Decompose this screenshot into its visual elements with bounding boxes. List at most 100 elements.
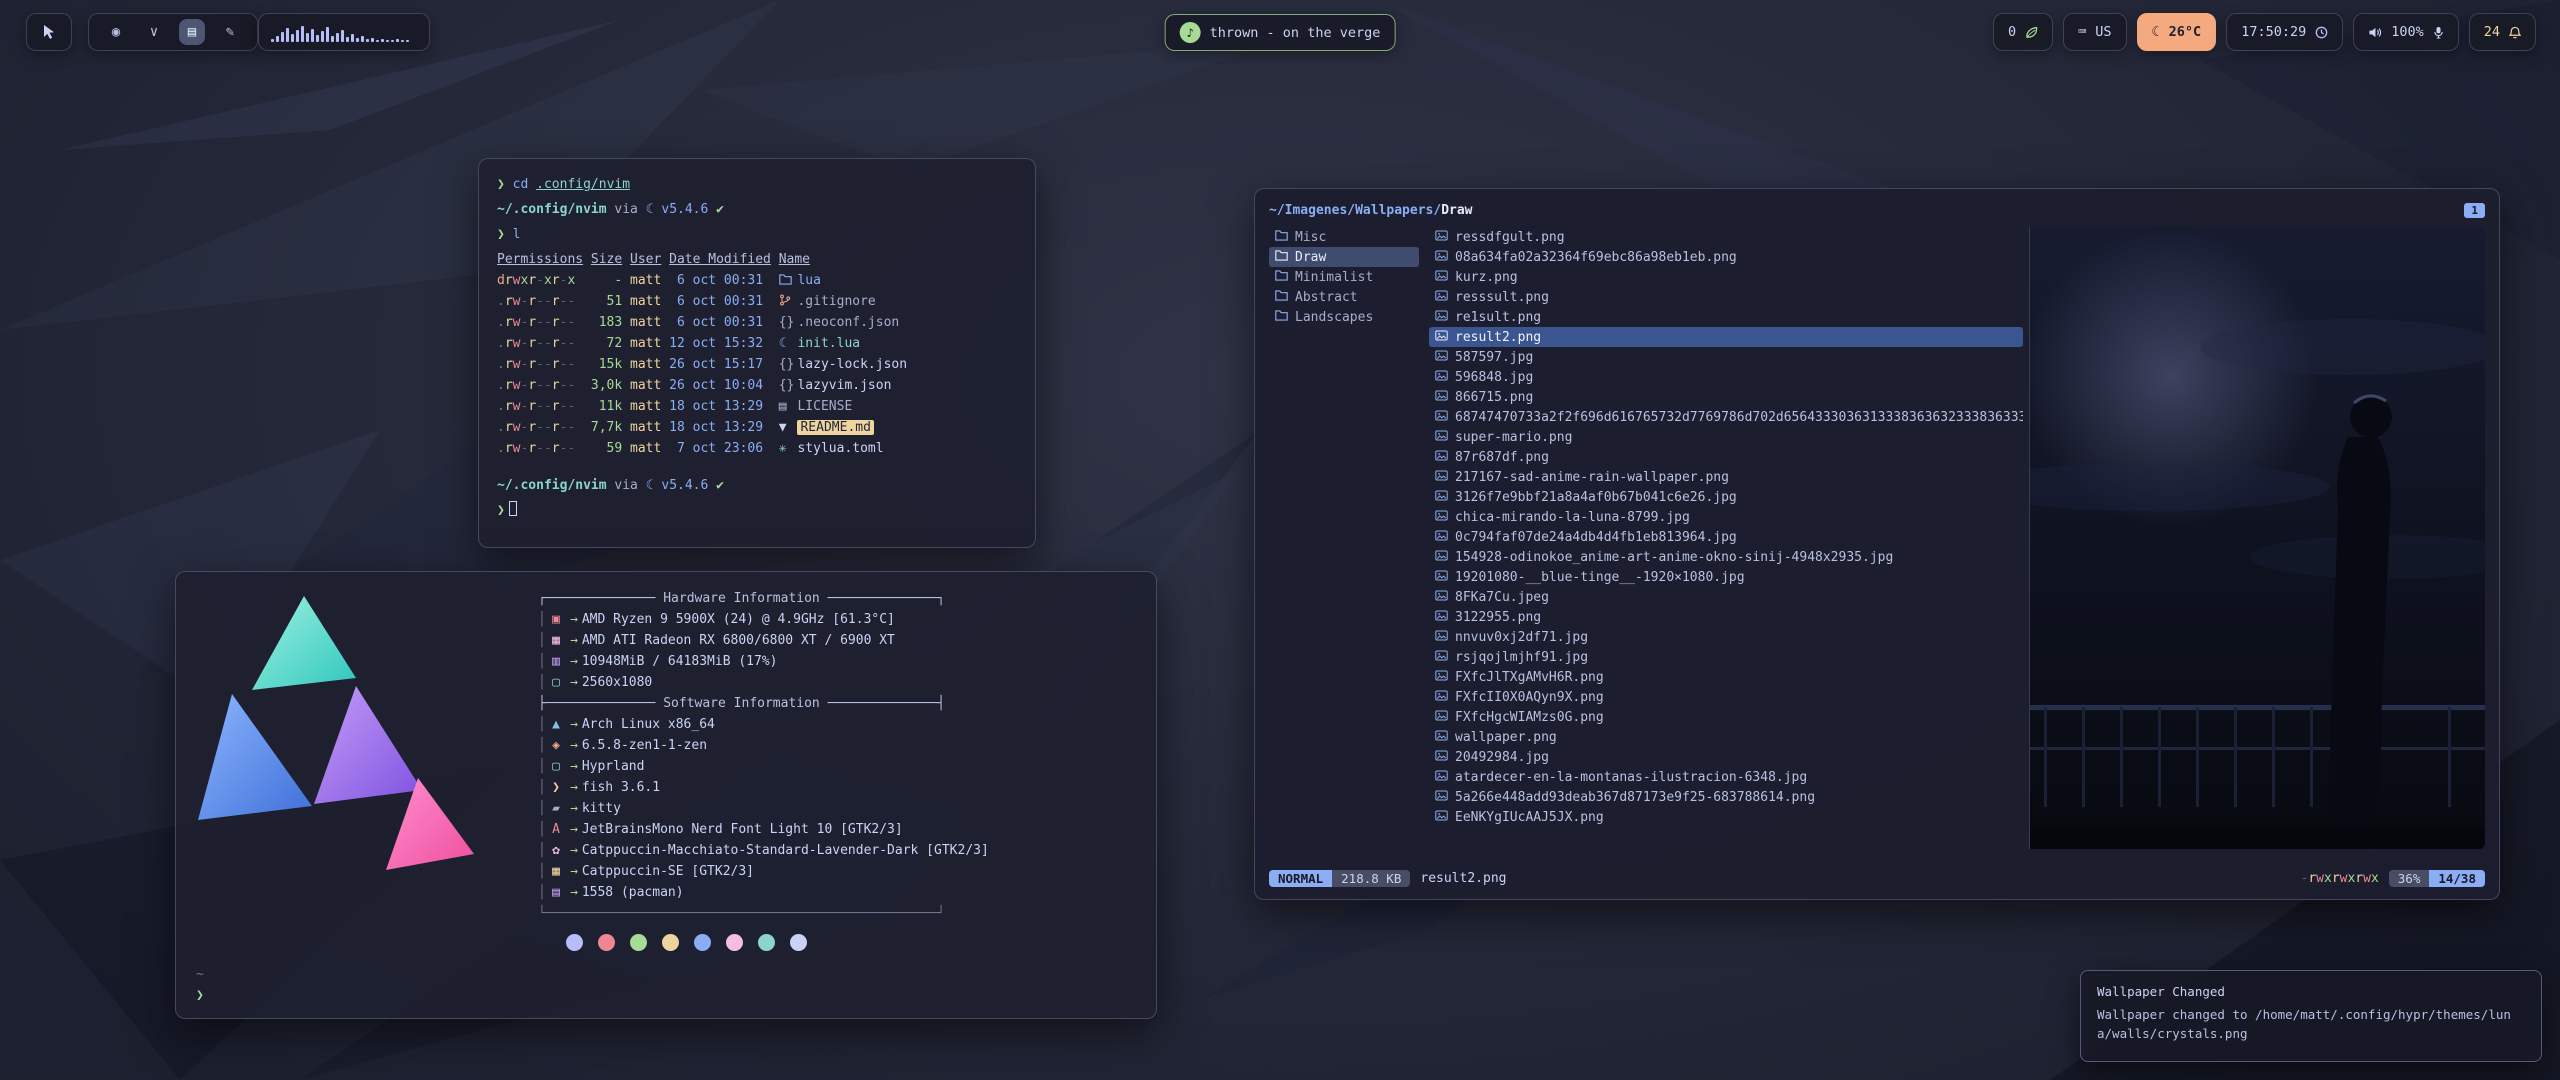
shell-prompt-line[interactable]: ❯ [497, 500, 1017, 521]
file-item[interactable]: re1sult.png [1429, 307, 2023, 327]
prompt-symbol: ❯ [497, 227, 505, 242]
image-file-icon [1435, 630, 1448, 645]
command-argument: .config/nvim [536, 177, 630, 192]
file-item[interactable]: 08a634fa02a32364f69ebc86a98eb1eb.png [1429, 247, 2023, 267]
file-item[interactable]: 87r687df.png [1429, 447, 2023, 467]
tab-indicator[interactable]: 1 [2464, 203, 2485, 218]
dir-item-draw[interactable]: Draw [1269, 247, 1419, 267]
file-name: atardecer-en-la-montanas-ilustracion-634… [1455, 770, 1807, 785]
file-name: 8FKa7Cu.jpeg [1455, 590, 1549, 605]
file-item[interactable]: 5a266e448add93deab367d87173e9f25-6837886… [1429, 787, 2023, 807]
workspace-1[interactable]: ◉ [103, 19, 129, 45]
keyboard-layout-widget[interactable]: ⌨US [2063, 13, 2126, 51]
file-item[interactable]: EeNKYgIUcAAJ5JX.png [1429, 807, 2023, 827]
notifications-widget[interactable]: 24 [2469, 13, 2536, 51]
file-item[interactable]: 8FKa7Cu.jpeg [1429, 587, 2023, 607]
file-item[interactable]: 217167-sad-anime-rain-wallpaper.png [1429, 467, 2023, 487]
file-item[interactable]: result2.png [1429, 327, 2023, 347]
file-date: 6 oct 00:31 [669, 312, 779, 333]
palette-dot [790, 934, 807, 951]
file-owner: matt [630, 270, 669, 291]
file-item[interactable]: FXfcII0X0AQyn9X.png [1429, 687, 2023, 707]
perm-char: w [2363, 871, 2371, 886]
file-row: .rw-r--r--51matt 6 oct 00:31.gitignore [497, 291, 1017, 312]
file-item[interactable]: 596848.jpg [1429, 367, 2023, 387]
file-permissions: drwxr-xr-x [497, 270, 591, 291]
music-note-icon: ♪ [1180, 22, 1201, 43]
notification-popup[interactable]: Wallpaper Changed Wallpaper changed to /… [2080, 970, 2542, 1062]
workspace-3[interactable]: ▤ [179, 19, 205, 45]
visualizer-bar [351, 34, 354, 42]
file-item[interactable]: FXfcHgcWIAMzs0G.png [1429, 707, 2023, 727]
visualizer-bar [336, 33, 339, 42]
dir-item-landscapes[interactable]: Landscapes [1269, 307, 1419, 327]
dir-item-minimalist[interactable]: Minimalist [1269, 267, 1419, 287]
visualizer-bar [376, 40, 379, 42]
dir-item-misc[interactable]: Misc [1269, 227, 1419, 247]
fm-body: Misc Draw Minimalist Abstract Landscapes res… [1269, 227, 2485, 849]
file-name: .gitignore [797, 294, 875, 309]
fetch-prompt[interactable]: ~ ❯ [196, 964, 204, 1006]
gear-icon: ✳ [779, 438, 798, 459]
perm-char: x [2324, 871, 2332, 886]
file-manager-window[interactable]: ~/Imagenes/Wallpapers/Draw 1 Misc Draw Min… [1254, 188, 2500, 900]
file-item[interactable]: 20492984.jpg [1429, 747, 2023, 767]
file-item[interactable]: 68747470733a2f2f696d616765732d7769786d70… [1429, 407, 2023, 427]
file-item[interactable]: chica-mirando-la-luna-8799.jpg [1429, 507, 2023, 527]
file-size: 51 [591, 291, 622, 312]
dir-name: Misc [1295, 230, 1326, 245]
image-file-icon [1435, 570, 1448, 585]
clock-widget[interactable]: 17:50:29 [2226, 13, 2343, 51]
file-item[interactable]: kurz.png [1429, 267, 2023, 287]
fetch-window[interactable]: ┌────────────── Hardware Information ───… [175, 571, 1157, 1019]
os-value: Arch Linux x86_64 [582, 717, 715, 732]
workspace-2[interactable]: ∨ [141, 19, 167, 45]
file-date: 18 oct 13:29 [669, 396, 779, 417]
volume-widget[interactable]: 100% [2353, 13, 2459, 51]
file-item[interactable]: FXfcJlTXgAMvH6R.png [1429, 667, 2023, 687]
file-item[interactable]: 3126f7e9bbf21a8a4af0b67b041c6e26.jpg [1429, 487, 2023, 507]
os-icon: ▲ [546, 714, 566, 735]
weather-widget[interactable]: ☾26°C [2137, 13, 2217, 51]
file-item[interactable]: 587597.jpg [1429, 347, 2023, 367]
file-date: 26 oct 15:17 [669, 354, 779, 375]
file-name: README.md [797, 420, 873, 435]
fm-header: ~/Imagenes/Wallpapers/Draw 1 [1269, 199, 2485, 221]
box-left-border: │ [538, 738, 546, 753]
file-item[interactable]: 154928-odinokoe_anime-art-anime-okno-sin… [1429, 547, 2023, 567]
file-item[interactable]: super-mario.png [1429, 427, 2023, 447]
terminal-window[interactable]: ❯ cd .config/nvim ~/.config/nvim via ☾ v… [478, 158, 1036, 548]
file-name: init.lua [797, 336, 860, 351]
file-item[interactable]: nnvuv0xj2df71.jpg [1429, 627, 2023, 647]
dir-name: Abstract [1295, 290, 1358, 305]
perm-char: r [2332, 871, 2340, 886]
speaker-icon [2368, 26, 2382, 39]
file-item[interactable]: resssult.png [1429, 287, 2023, 307]
braces-icon: {} [779, 375, 798, 396]
command-name: l [513, 227, 521, 242]
file-item[interactable]: ressdfgult.png [1429, 227, 2023, 247]
visualizer-bar [326, 27, 329, 42]
file-item[interactable]: rsjqojlmjhf91.jpg [1429, 647, 2023, 667]
file-item[interactable]: atardecer-en-la-montanas-ilustracion-634… [1429, 767, 2023, 787]
perm-char: r [2308, 871, 2316, 886]
palette-dot [726, 934, 743, 951]
arrow-icon: → [566, 840, 582, 861]
arrow-icon: → [566, 756, 582, 777]
braces-icon: {} [779, 312, 798, 333]
visualizer-bar [391, 40, 394, 42]
file-item[interactable]: 0c794faf07de24a4db4d4fb1eb813964.jpg [1429, 527, 2023, 547]
file-item[interactable]: 866715.png [1429, 387, 2023, 407]
file-item[interactable]: wallpaper.png [1429, 727, 2023, 747]
packages-icon: ▤ [546, 882, 566, 903]
clock-icon [2315, 26, 2328, 39]
dir-name: Minimalist [1295, 270, 1373, 285]
workspace-4[interactable]: ✎ [217, 19, 243, 45]
dir-item-abstract[interactable]: Abstract [1269, 287, 1419, 307]
file-item[interactable]: 19201080-__blue-tinge__-1920×1080.jpg [1429, 567, 2023, 587]
updates-widget[interactable]: 0 [1993, 13, 2053, 51]
braces-icon: {} [779, 354, 798, 375]
music-widget[interactable]: ♪thrown - on the verge [1165, 14, 1396, 51]
file-item[interactable]: 3122955.png [1429, 607, 2023, 627]
launcher-button[interactable] [26, 13, 72, 51]
